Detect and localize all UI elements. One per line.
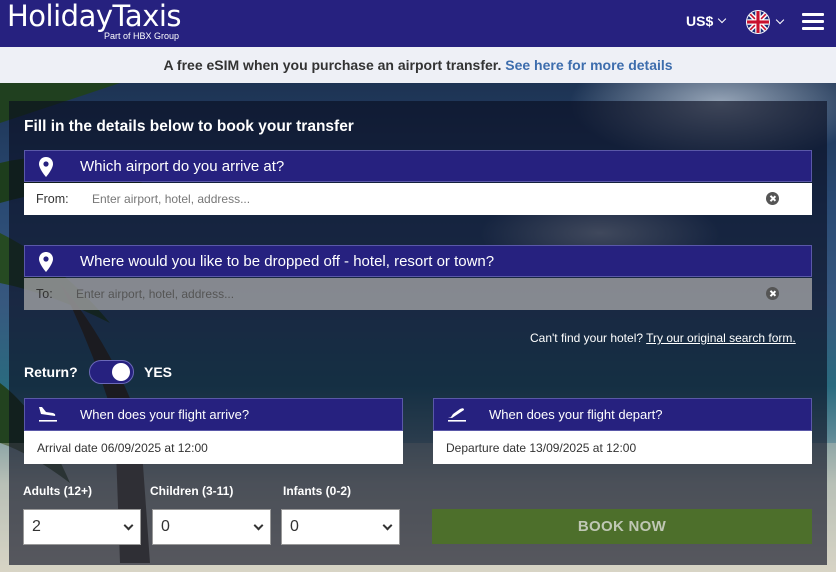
currency-selector[interactable]: US$ <box>686 13 727 29</box>
pin-icon <box>39 157 53 177</box>
plane-landing-icon <box>39 407 57 422</box>
return-label: Return? <box>24 364 78 380</box>
book-now-button[interactable]: BOOK NOW <box>432 509 812 544</box>
chevron-down-icon <box>775 15 785 25</box>
from-input[interactable] <box>86 189 746 209</box>
cant-find-text: Can't find your hotel? <box>530 331 644 345</box>
children-value: 0 <box>161 518 170 535</box>
cant-find-hotel: Can't find your hotel? Try our original … <box>530 331 796 345</box>
adults-value: 2 <box>32 518 41 535</box>
arrival-question: When does your flight arrive? <box>80 407 250 422</box>
children-label: Children (3-11) <box>150 484 234 498</box>
to-input[interactable] <box>70 284 730 304</box>
departure-question: When does your flight depart? <box>489 407 663 422</box>
clear-icon[interactable] <box>766 287 779 300</box>
chevron-down-icon <box>123 520 134 531</box>
departure-date-field[interactable]: Departure date 13/09/2025 at 12:00 <box>433 431 812 464</box>
infants-label: Infants (0-2) <box>283 484 352 498</box>
dropoff-question: Where would you like to be dropped off -… <box>80 253 495 270</box>
form-title: Fill in the details below to book your t… <box>24 118 354 135</box>
from-label: From: <box>36 192 69 206</box>
toggle-knob <box>112 363 130 381</box>
clear-icon[interactable] <box>766 192 779 205</box>
from-field: From: <box>24 183 812 215</box>
children-select[interactable]: 0 <box>152 509 271 545</box>
promo-bar: A free eSIM when you purchase an airport… <box>0 47 836 83</box>
adults-select[interactable]: 2 <box>23 509 141 545</box>
currency-label: US$ <box>686 13 714 29</box>
arrive-question: Which airport do you arrive at? <box>80 158 285 175</box>
to-label: To: <box>36 287 53 301</box>
plane-departure-icon <box>448 408 466 422</box>
promo-link[interactable]: See here for more details <box>505 57 672 73</box>
arrival-date: Arrival date 06/09/2025 at 12:00 <box>37 441 208 455</box>
chevron-down-icon <box>253 520 264 531</box>
arrive-question-bar: Which airport do you arrive at? <box>24 150 812 182</box>
departure-header: When does your flight depart? <box>433 398 812 431</box>
arrival-date-field[interactable]: Arrival date 06/09/2025 at 12:00 <box>24 431 403 464</box>
menu-icon[interactable] <box>802 13 824 31</box>
return-toggle[interactable] <box>89 360 134 384</box>
adults-label: Adults (12+) <box>23 484 93 498</box>
language-selector[interactable] <box>746 10 785 34</box>
uk-flag-icon <box>746 10 770 34</box>
logo[interactable]: HolidayTaxis Part of HBX Group <box>7 0 182 41</box>
chevron-down-icon <box>717 14 727 24</box>
departure-date: Departure date 13/09/2025 at 12:00 <box>446 441 637 455</box>
pin-icon <box>39 252 53 272</box>
return-value: YES <box>144 364 173 380</box>
chevron-down-icon <box>382 520 393 531</box>
infants-value: 0 <box>290 518 299 535</box>
logo-text: HolidayTaxis <box>7 0 182 33</box>
original-search-link[interactable]: Try our original search form. <box>646 331 796 345</box>
site-header: HolidayTaxis Part of HBX Group US$ <box>0 0 836 47</box>
dropoff-question-bar: Where would you like to be dropped off -… <box>24 245 812 277</box>
to-field: To: <box>24 278 812 310</box>
arrival-header: When does your flight arrive? <box>24 398 403 431</box>
promo-text: A free eSIM when you purchase an airport… <box>163 57 502 73</box>
infants-select[interactable]: 0 <box>281 509 400 545</box>
logo-subtitle: Part of HBX Group <box>103 31 180 41</box>
